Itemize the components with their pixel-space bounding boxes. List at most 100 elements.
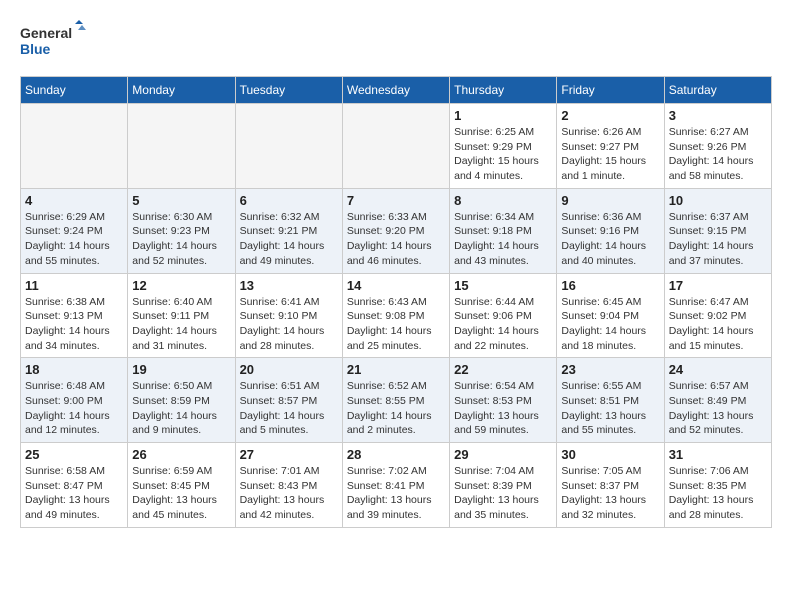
day-info: Sunrise: 6:30 AM Sunset: 9:23 PM Dayligh… [132, 210, 230, 269]
day-number: 5 [132, 193, 230, 208]
day-cell: 20 Sunrise: 6:51 AM Sunset: 8:57 PM Dayli… [235, 358, 342, 443]
day-cell: 3Sunrise: 6:27 AM Sunset: 9:26 PM Daylig… [664, 104, 771, 189]
day-info: Sunrise: 6:34 AM Sunset: 9:18 PM Dayligh… [454, 210, 552, 269]
day-cell: 24 Sunrise: 6:57 AM Sunset: 8:49 PM Dayli… [664, 358, 771, 443]
day-info: Sunrise: 6:26 AM Sunset: 9:27 PM Dayligh… [561, 125, 659, 184]
day-info: Sunrise: 6:47 AM Sunset: 9:02 PM Dayligh… [669, 295, 767, 354]
day-cell: 16 Sunrise: 6:45 AM Sunset: 9:04 PM Dayli… [557, 273, 664, 358]
day-cell: 10 Sunrise: 6:37 AM Sunset: 9:15 PM Dayli… [664, 188, 771, 273]
day-number: 6 [240, 193, 338, 208]
day-cell: 18 Sunrise: 6:48 AM Sunset: 9:00 PM Dayli… [21, 358, 128, 443]
day-info: Sunrise: 6:51 AM Sunset: 8:57 PM Dayligh… [240, 379, 338, 438]
logo-svg: General Blue [20, 20, 90, 60]
day-number: 1 [454, 108, 552, 123]
week-row-3: 11 Sunrise: 6:38 AM Sunset: 9:13 PM Dayli… [21, 273, 772, 358]
day-info: Sunrise: 6:25 AM Sunset: 9:29 PM Dayligh… [454, 125, 552, 184]
day-number: 16 [561, 278, 659, 293]
day-info: Sunrise: 6:55 AM Sunset: 8:51 PM Dayligh… [561, 379, 659, 438]
day-cell [128, 104, 235, 189]
day-number: 9 [561, 193, 659, 208]
week-row-4: 18 Sunrise: 6:48 AM Sunset: 9:00 PM Dayli… [21, 358, 772, 443]
day-cell: 2 Sunrise: 6:26 AM Sunset: 9:27 PM Daylig… [557, 104, 664, 189]
day-cell: 1 Sunrise: 6:25 AM Sunset: 9:29 PM Daylig… [450, 104, 557, 189]
day-number: 30 [561, 447, 659, 462]
week-row-5: 25 Sunrise: 6:58 AM Sunset: 8:47 PM Dayli… [21, 443, 772, 528]
weekday-header-wednesday: Wednesday [342, 77, 449, 104]
day-number: 23 [561, 362, 659, 377]
day-info: Sunrise: 6:58 AM Sunset: 8:47 PM Dayligh… [25, 464, 123, 523]
day-cell: 9Sunrise: 6:36 AM Sunset: 9:16 PM Daylig… [557, 188, 664, 273]
day-number: 3 [669, 108, 767, 123]
day-info: Sunrise: 6:43 AM Sunset: 9:08 PM Dayligh… [347, 295, 445, 354]
day-cell: 31 Sunrise: 7:06 AM Sunset: 8:35 PM Dayli… [664, 443, 771, 528]
weekday-header-saturday: Saturday [664, 77, 771, 104]
day-cell: 25 Sunrise: 6:58 AM Sunset: 8:47 PM Dayli… [21, 443, 128, 528]
day-number: 15 [454, 278, 552, 293]
day-cell: 29 Sunrise: 7:04 AM Sunset: 8:39 PM Dayli… [450, 443, 557, 528]
page-header: General Blue [20, 20, 772, 60]
day-info: Sunrise: 7:06 AM Sunset: 8:35 PM Dayligh… [669, 464, 767, 523]
day-number: 7 [347, 193, 445, 208]
calendar-table: SundayMondayTuesdayWednesdayThursdayFrid… [20, 76, 772, 528]
day-number: 29 [454, 447, 552, 462]
day-number: 8 [454, 193, 552, 208]
day-cell: 22 Sunrise: 6:54 AM Sunset: 8:53 PM Dayli… [450, 358, 557, 443]
weekday-header-row: SundayMondayTuesdayWednesdayThursdayFrid… [21, 77, 772, 104]
day-cell: 14 Sunrise: 6:43 AM Sunset: 9:08 PM Dayli… [342, 273, 449, 358]
day-cell [342, 104, 449, 189]
day-info: Sunrise: 6:57 AM Sunset: 8:49 PM Dayligh… [669, 379, 767, 438]
day-number: 20 [240, 362, 338, 377]
day-info: Sunrise: 7:04 AM Sunset: 8:39 PM Dayligh… [454, 464, 552, 523]
day-cell: 6Sunrise: 6:32 AM Sunset: 9:21 PM Daylig… [235, 188, 342, 273]
weekday-header-sunday: Sunday [21, 77, 128, 104]
day-cell: 13Sunrise: 6:41 AM Sunset: 9:10 PM Dayli… [235, 273, 342, 358]
day-cell: 7Sunrise: 6:33 AM Sunset: 9:20 PM Daylig… [342, 188, 449, 273]
day-info: Sunrise: 6:40 AM Sunset: 9:11 PM Dayligh… [132, 295, 230, 354]
day-cell: 30 Sunrise: 7:05 AM Sunset: 8:37 PM Dayli… [557, 443, 664, 528]
day-info: Sunrise: 6:48 AM Sunset: 9:00 PM Dayligh… [25, 379, 123, 438]
day-number: 10 [669, 193, 767, 208]
day-info: Sunrise: 6:44 AM Sunset: 9:06 PM Dayligh… [454, 295, 552, 354]
day-cell: 12 Sunrise: 6:40 AM Sunset: 9:11 PM Dayli… [128, 273, 235, 358]
day-number: 24 [669, 362, 767, 377]
day-info: Sunrise: 7:05 AM Sunset: 8:37 PM Dayligh… [561, 464, 659, 523]
day-cell: 4Sunrise: 6:29 AM Sunset: 9:24 PM Daylig… [21, 188, 128, 273]
day-cell: 11 Sunrise: 6:38 AM Sunset: 9:13 PM Dayli… [21, 273, 128, 358]
day-number: 28 [347, 447, 445, 462]
weekday-header-monday: Monday [128, 77, 235, 104]
day-number: 19 [132, 362, 230, 377]
day-number: 31 [669, 447, 767, 462]
day-info: Sunrise: 6:38 AM Sunset: 9:13 PM Dayligh… [25, 295, 123, 354]
day-cell: 19Sunrise: 6:50 AM Sunset: 8:59 PM Dayli… [128, 358, 235, 443]
day-cell: 8 Sunrise: 6:34 AM Sunset: 9:18 PM Daylig… [450, 188, 557, 273]
day-info: Sunrise: 6:54 AM Sunset: 8:53 PM Dayligh… [454, 379, 552, 438]
svg-text:Blue: Blue [20, 41, 51, 57]
day-cell: 26Sunrise: 6:59 AM Sunset: 8:45 PM Dayli… [128, 443, 235, 528]
logo: General Blue [20, 20, 90, 60]
day-info: Sunrise: 6:59 AM Sunset: 8:45 PM Dayligh… [132, 464, 230, 523]
svg-text:General: General [20, 25, 72, 41]
day-cell: 27 Sunrise: 7:01 AM Sunset: 8:43 PM Dayli… [235, 443, 342, 528]
week-row-2: 4Sunrise: 6:29 AM Sunset: 9:24 PM Daylig… [21, 188, 772, 273]
day-cell [235, 104, 342, 189]
day-cell: 15 Sunrise: 6:44 AM Sunset: 9:06 PM Dayli… [450, 273, 557, 358]
day-number: 2 [561, 108, 659, 123]
day-info: Sunrise: 6:52 AM Sunset: 8:55 PM Dayligh… [347, 379, 445, 438]
day-info: Sunrise: 7:01 AM Sunset: 8:43 PM Dayligh… [240, 464, 338, 523]
day-info: Sunrise: 6:45 AM Sunset: 9:04 PM Dayligh… [561, 295, 659, 354]
day-number: 21 [347, 362, 445, 377]
day-number: 4 [25, 193, 123, 208]
day-info: Sunrise: 7:02 AM Sunset: 8:41 PM Dayligh… [347, 464, 445, 523]
day-number: 12 [132, 278, 230, 293]
day-cell: 17 Sunrise: 6:47 AM Sunset: 9:02 PM Dayli… [664, 273, 771, 358]
day-cell: 23 Sunrise: 6:55 AM Sunset: 8:51 PM Dayli… [557, 358, 664, 443]
day-number: 17 [669, 278, 767, 293]
day-number: 27 [240, 447, 338, 462]
day-number: 22 [454, 362, 552, 377]
day-number: 14 [347, 278, 445, 293]
day-number: 11 [25, 278, 123, 293]
day-number: 18 [25, 362, 123, 377]
day-number: 25 [25, 447, 123, 462]
weekday-header-friday: Friday [557, 77, 664, 104]
day-info: Sunrise: 6:37 AM Sunset: 9:15 PM Dayligh… [669, 210, 767, 269]
